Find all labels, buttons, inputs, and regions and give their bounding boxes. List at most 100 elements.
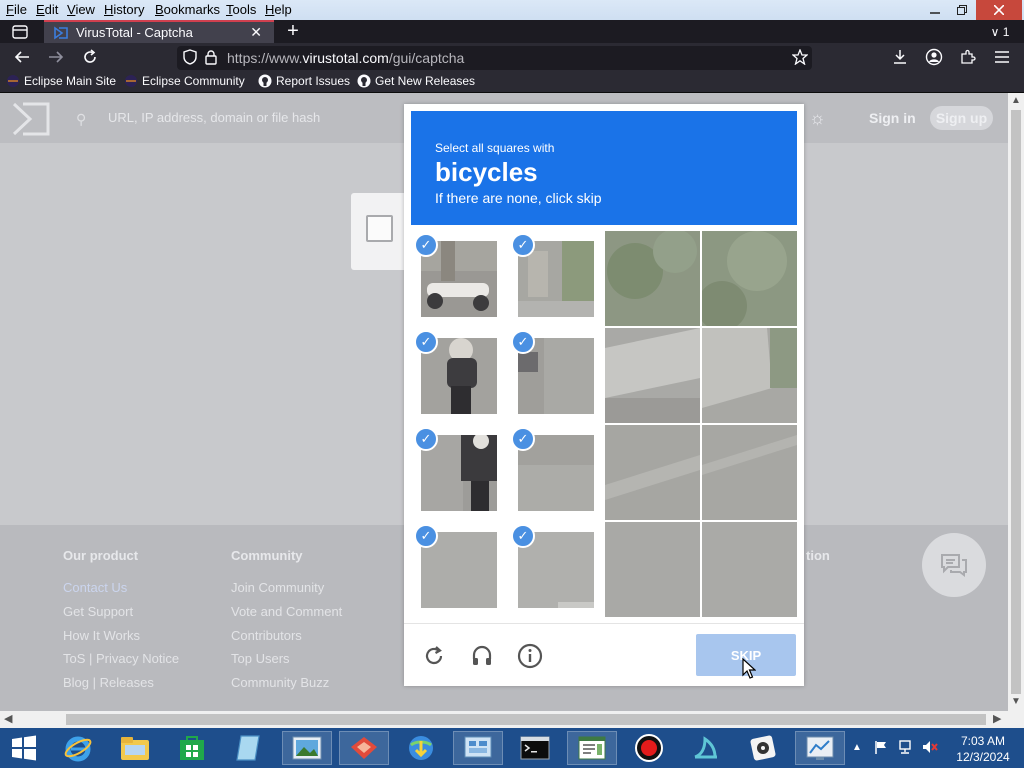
account-button[interactable] — [922, 45, 946, 69]
system-clock[interactable]: 7:03 AM 12/3/2024 — [948, 733, 1018, 765]
extensions-button[interactable] — [956, 45, 980, 69]
vertical-scroll-thumb[interactable] — [1011, 110, 1021, 694]
close-window-button[interactable] — [976, 0, 1022, 20]
tile-image — [702, 522, 797, 617]
menu-edit[interactable]: Edit — [36, 2, 58, 17]
list-all-tabs-button[interactable]: ∨ 1 — [984, 20, 1016, 43]
captcha-tile[interactable] — [702, 425, 797, 520]
downloads-button[interactable] — [888, 45, 912, 69]
tray-icon — [12, 24, 28, 39]
taskbar-document-app[interactable] — [567, 731, 617, 765]
bookmark-eclipse-community[interactable]: Eclipse Community — [124, 74, 245, 88]
menu-tools[interactable]: Tools — [226, 2, 256, 17]
taskbar-control-panel[interactable] — [453, 731, 503, 765]
taskbar-screen-recorder[interactable] — [624, 731, 674, 765]
menu-file[interactable]: File — [6, 2, 27, 17]
taskbar-wireshark[interactable] — [681, 731, 731, 765]
captcha-tile[interactable] — [702, 328, 797, 423]
scroll-down-icon[interactable]: ▼ — [1011, 696, 1021, 707]
taskbar-store[interactable] — [167, 731, 217, 765]
action-center-flag-icon[interactable] — [874, 740, 888, 757]
footer-link-get-support[interactable]: Get Support — [63, 604, 133, 619]
virustotal-logo-icon[interactable] — [12, 102, 50, 136]
selected-check-icon: ✓ — [511, 524, 535, 548]
show-hidden-icons-icon[interactable]: ▲ — [852, 742, 862, 753]
taskbar-performance-monitor[interactable] — [795, 731, 845, 765]
bookmark-report-issues[interactable]: Report Issues — [258, 74, 350, 88]
star-icon — [792, 49, 808, 65]
taskbar-photos[interactable] — [282, 731, 332, 765]
network-status-icon — [899, 740, 911, 754]
menu-help[interactable]: Help — [265, 2, 292, 17]
captcha-tile[interactable] — [605, 522, 700, 617]
url-prefix: https://www. — [227, 50, 303, 66]
footer-link-how-it-works[interactable]: How It Works — [63, 628, 140, 643]
reload-button[interactable] — [78, 45, 102, 69]
close-tab-icon[interactable]: ✕ — [250, 24, 262, 41]
footer-link-vote-comment[interactable]: Vote and Comment — [231, 604, 342, 619]
menu-view[interactable]: View — [67, 2, 95, 17]
footer-link-contributors[interactable]: Contributors — [231, 628, 302, 643]
start-button[interactable] — [0, 731, 48, 765]
shark-fin-icon — [694, 736, 717, 759]
horizontal-scrollbar[interactable]: ◀ ▶ — [0, 711, 1024, 728]
taskbar-notepad[interactable] — [224, 731, 274, 765]
captcha-tile[interactable] — [605, 425, 700, 520]
network-icon[interactable] — [898, 740, 914, 757]
app-menu-button[interactable] — [990, 45, 1014, 69]
menu-history[interactable]: History — [104, 2, 144, 17]
captcha-tile[interactable] — [702, 231, 797, 326]
vt-search-input[interactable]: URL, IP address, domain or file hash — [108, 110, 320, 125]
restore-button[interactable] — [945, 0, 979, 20]
footer-link-join-community[interactable]: Join Community — [231, 580, 324, 595]
shield-icon — [183, 49, 197, 65]
captcha-tile[interactable] — [605, 328, 700, 423]
footer-link-blog-releases[interactable]: Blog | Releases — [63, 675, 154, 690]
sign-up-button[interactable]: Sign up — [930, 106, 993, 130]
tab-overview-button[interactable] — [8, 20, 32, 43]
tile-image — [702, 425, 797, 520]
tile-image — [702, 328, 797, 423]
audio-challenge-button[interactable] — [467, 641, 497, 671]
scroll-right-icon[interactable]: ▶ — [993, 712, 1001, 725]
reload-challenge-button[interactable] — [419, 641, 449, 671]
taskbar-firefox-gateway[interactable] — [339, 731, 389, 765]
bookmark-eclipse-main-site[interactable]: Eclipse Main Site — [6, 74, 116, 88]
volume-muted-icon[interactable] — [922, 740, 938, 757]
footer-link-top-users[interactable]: Top Users — [231, 651, 290, 666]
menu-bar: File Edit View History Bookmarks Tools H… — [0, 0, 1024, 20]
taskbar-command-prompt[interactable] — [510, 731, 560, 765]
gateway-app-icon — [351, 737, 377, 759]
captcha-tile[interactable] — [605, 231, 700, 326]
scroll-left-icon[interactable]: ◀ — [4, 712, 12, 725]
footer-link-tos-privacy[interactable]: ToS | Privacy Notice — [63, 651, 179, 666]
bookmark-get-new-releases[interactable]: Get New Releases — [357, 74, 475, 88]
captcha-tile[interactable] — [702, 522, 797, 617]
vertical-scrollbar[interactable]: ▲ ▼ — [1008, 93, 1024, 711]
search-icon: ⚲ — [76, 111, 87, 127]
menu-bookmarks[interactable]: Bookmarks — [155, 2, 220, 17]
back-button[interactable] — [10, 45, 34, 69]
horizontal-scroll-thumb[interactable] — [66, 714, 986, 725]
hamburger-icon — [995, 51, 1009, 63]
taskbar-obs[interactable] — [738, 731, 788, 765]
scroll-up-icon[interactable]: ▲ — [1011, 95, 1021, 106]
footer-link-contact-us[interactable]: Contact Us — [63, 580, 127, 595]
forward-button[interactable] — [44, 45, 68, 69]
url-text[interactable]: https://www.virustotal.com/gui/captcha — [227, 50, 464, 66]
taskbar-download-manager[interactable] — [396, 731, 446, 765]
new-tab-button[interactable]: + — [281, 20, 305, 43]
theme-toggle-icon[interactable]: ☼ — [809, 108, 826, 129]
footer-link-community-buzz[interactable]: Community Buzz — [231, 675, 329, 690]
taskbar-file-explorer[interactable] — [110, 731, 160, 765]
sign-in-link[interactable]: Sign in — [869, 110, 916, 126]
chat-button[interactable] — [922, 533, 986, 597]
taskbar-internet-explorer[interactable] — [53, 731, 103, 765]
terminal-icon — [520, 736, 550, 760]
tab-virustotal[interactable]: VirusTotal - Captcha ✕ — [44, 20, 274, 43]
captcha-hint: If there are none, click skip — [435, 190, 602, 206]
help-button[interactable] — [515, 641, 545, 671]
bookmark-star-button[interactable] — [788, 45, 812, 69]
recaptcha-checkbox[interactable] — [366, 215, 393, 242]
site-security-icon[interactable] — [199, 45, 223, 69]
